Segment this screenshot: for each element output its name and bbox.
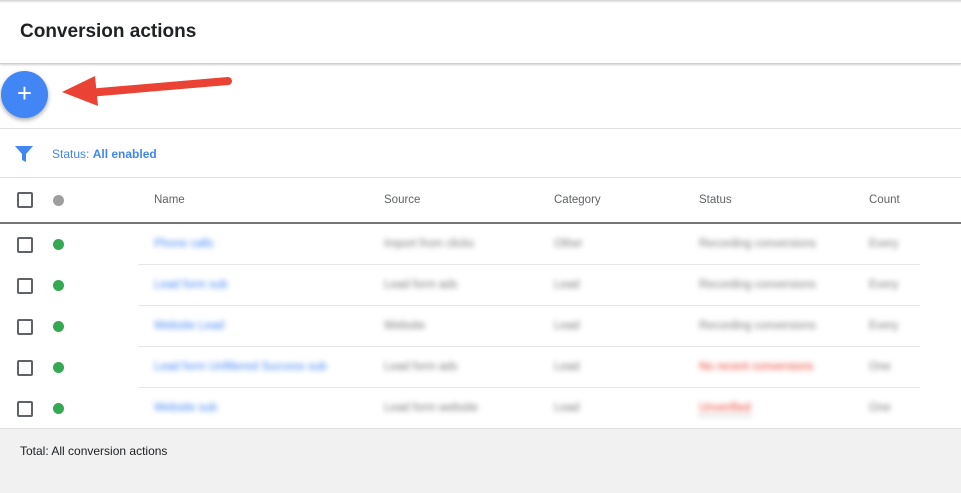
- filter-bar: Status: All enabled: [0, 129, 961, 177]
- column-header-status[interactable]: Status: [699, 194, 732, 206]
- page-header: Conversion actions: [0, 3, 961, 64]
- column-header-count[interactable]: Count: [869, 194, 900, 206]
- category-cell: Other: [554, 238, 583, 250]
- category-cell: Lead: [554, 402, 580, 414]
- count-cell: Every: [869, 279, 899, 291]
- column-header-source[interactable]: Source: [384, 194, 420, 206]
- select-all-checkbox[interactable]: [17, 192, 33, 208]
- category-cell: Lead: [554, 279, 580, 291]
- enabled-status-dot: [53, 362, 64, 373]
- conversion-name-link[interactable]: Lead form Unfiltered Success sub: [154, 361, 327, 373]
- table-row[interactable]: Lead form sub Lead form ads Lead Recordi…: [0, 265, 961, 306]
- status-cell-warning: No recent conversions: [699, 361, 814, 373]
- status-filter-chip[interactable]: Status: All enabled: [52, 147, 157, 161]
- total-label: Total: All conversion actions: [20, 444, 168, 458]
- page-bottom: [0, 471, 961, 493]
- table-row[interactable]: Website sub Lead form website Lead Unver…: [0, 388, 961, 429]
- status-cell: Recording conversions: [699, 238, 816, 250]
- conversion-name-link[interactable]: Lead form sub: [154, 279, 228, 291]
- table-header: Name Source Category Status Count: [0, 178, 961, 224]
- status-cell-warning[interactable]: Unverified: [699, 402, 751, 416]
- table-footer: Total: All conversion actions: [0, 428, 961, 472]
- enabled-status-dot: [53, 239, 64, 250]
- conversion-name-link[interactable]: Website Lead: [154, 320, 224, 332]
- enabled-status-dot: [53, 280, 64, 291]
- count-cell: Every: [869, 238, 899, 250]
- row-checkbox[interactable]: [17, 360, 33, 376]
- table-row[interactable]: Phone calls Import from clicks Other Rec…: [0, 224, 961, 265]
- row-checkbox[interactable]: [17, 237, 33, 253]
- status-cell: Recording conversions: [699, 279, 816, 291]
- enabled-status-dot: [53, 321, 64, 332]
- arrow-left-icon: [62, 76, 232, 106]
- status-dot-header: [53, 195, 64, 206]
- source-cell: Lead form website: [384, 402, 478, 414]
- source-cell: Lead form ads: [384, 279, 458, 291]
- filter-icon[interactable]: [15, 146, 33, 162]
- page-title: Conversion actions: [20, 21, 197, 42]
- table-row[interactable]: Lead form Unfiltered Success sub Lead fo…: [0, 347, 961, 388]
- status-cell: Recording conversions: [699, 320, 816, 332]
- row-checkbox[interactable]: [17, 278, 33, 294]
- row-checkbox[interactable]: [17, 319, 33, 335]
- column-header-name[interactable]: Name: [154, 194, 185, 206]
- source-cell: Import from clicks: [384, 238, 475, 250]
- count-cell: One: [869, 361, 891, 373]
- filter-prefix: Status:: [52, 147, 90, 161]
- count-cell: Every: [869, 320, 899, 332]
- category-cell: Lead: [554, 320, 580, 332]
- plus-icon: +: [16, 78, 33, 108]
- add-conversion-button[interactable]: +: [1, 71, 48, 118]
- source-cell: Lead form ads: [384, 361, 458, 373]
- row-checkbox[interactable]: [17, 401, 33, 417]
- conversion-name-link[interactable]: Website sub: [154, 402, 217, 414]
- category-cell: Lead: [554, 361, 580, 373]
- source-cell: Website: [384, 320, 426, 332]
- column-header-category[interactable]: Category: [554, 194, 601, 206]
- enabled-status-dot: [53, 403, 64, 414]
- count-cell: One: [869, 402, 891, 414]
- table-row[interactable]: Website Lead Website Lead Recording conv…: [0, 306, 961, 347]
- filter-value: All enabled: [92, 147, 157, 161]
- conversion-name-link[interactable]: Phone calls: [154, 238, 213, 250]
